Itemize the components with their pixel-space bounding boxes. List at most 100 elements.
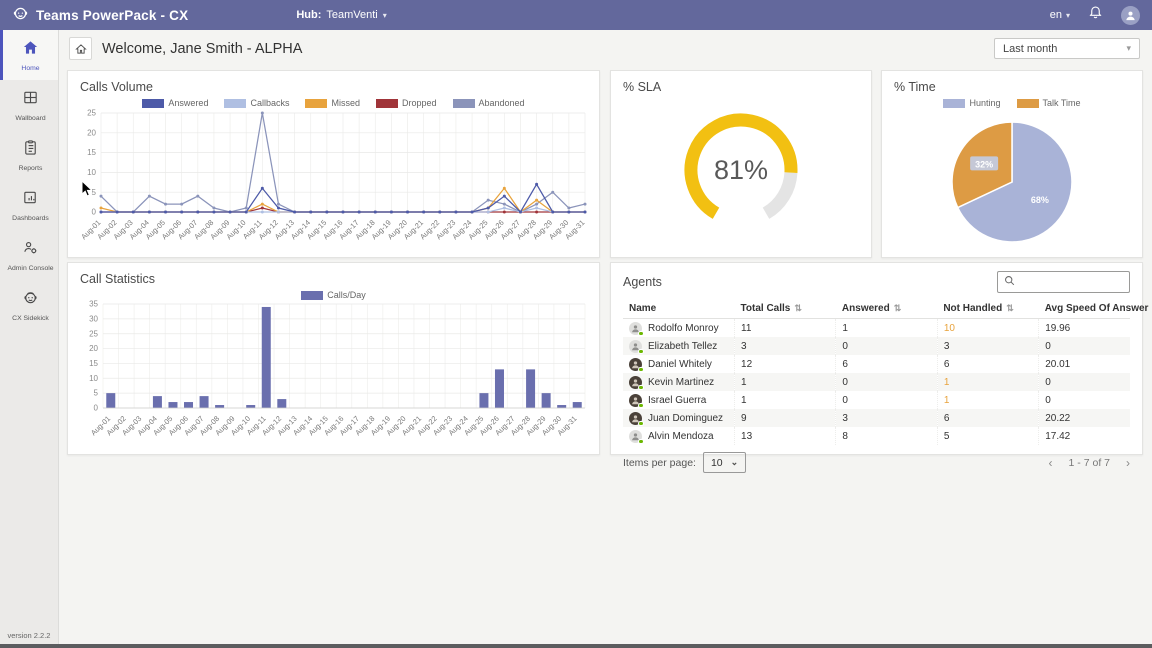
svg-text:68%: 68% [1031, 195, 1049, 205]
agents-column-header[interactable]: Answered⇅ [836, 299, 937, 319]
agent-total-calls: 11 [735, 319, 836, 338]
version-label: version 2.2.2 [0, 631, 58, 640]
agents-title: Agents [623, 275, 662, 289]
calls-volume-title: Calls Volume [68, 71, 599, 96]
table-row[interactable]: Alvin Mendoza138517.42 [623, 427, 1130, 445]
legend-label: Missed [331, 98, 360, 108]
sla-title: % SLA [611, 71, 871, 96]
sidebar-item-dashboards[interactable]: Dashboards [0, 180, 58, 230]
table-row[interactable]: Elizabeth Tellez3030 [623, 337, 1130, 355]
table-row[interactable]: Juan Dominguez93620.22 [623, 409, 1130, 427]
hub-label: Hub: [296, 9, 321, 21]
svg-text:32%: 32% [975, 160, 993, 170]
svg-text:35: 35 [89, 300, 98, 309]
table-row[interactable]: Kevin Martinez1010 [623, 373, 1130, 391]
language-selector[interactable]: en ▾ [1050, 9, 1070, 21]
presence-available-dot [638, 439, 644, 445]
agent-answered: 3 [836, 409, 937, 427]
agent-avatar [629, 358, 642, 371]
presence-available-dot [638, 349, 644, 355]
notifications-bell-icon[interactable] [1088, 5, 1103, 25]
column-label: Name [629, 303, 656, 314]
sort-icon: ⇅ [1006, 303, 1014, 313]
legend-label: Hunting [969, 98, 1000, 108]
presence-available-dot [638, 403, 644, 409]
sla-gauge-chart: 81% [651, 96, 831, 246]
table-row[interactable]: Daniel Whitely126620.01 [623, 355, 1130, 373]
agent-name: Rodolfo Monroy [648, 323, 719, 334]
sidebar-item-cx-sidekick[interactable]: CX Sidekick [0, 280, 58, 330]
items-per-page-label: Items per page: [623, 457, 696, 469]
search-icon [1004, 273, 1015, 291]
svg-text:20: 20 [87, 128, 96, 137]
cx-sidekick-bot-icon [22, 289, 39, 311]
home-icon [22, 39, 39, 61]
app-logo-icon [12, 5, 29, 25]
sidebar-item-wallboard[interactable]: Wallboard [0, 80, 58, 130]
column-label: Avg Speed Of Answer [1045, 303, 1149, 314]
agents-card: Agents Name Total Calls⇅Answered⇅Not Hand… [610, 262, 1143, 455]
agent-total-calls: 3 [735, 337, 836, 355]
agent-avg-speed: 17.42 [1039, 427, 1130, 445]
sidebar-item-label: Wallboard [15, 115, 45, 122]
call-statistics-bar-chart: 05101520253035Aug-01Aug-02Aug-03Aug-04Au… [74, 300, 593, 452]
hub-selector[interactable]: Hub: TeamVenti ▾ [296, 9, 386, 21]
agents-search-box[interactable] [997, 271, 1130, 293]
pagination-range: 1 - 7 of 7 [1069, 457, 1110, 469]
agent-name: Alvin Mendoza [648, 431, 714, 442]
agent-avg-speed: 0 [1039, 391, 1130, 409]
presence-available-dot [638, 331, 644, 337]
svg-text:81%: 81% [714, 155, 768, 185]
legend-label: Talk Time [1043, 98, 1081, 108]
table-row[interactable]: Israel Guerra1010 [623, 391, 1130, 409]
user-avatar[interactable] [1121, 6, 1140, 25]
svg-text:5: 5 [94, 389, 99, 398]
period-filter-select[interactable]: Last month ▾ [994, 38, 1140, 59]
agents-column-header[interactable]: Total Calls⇅ [735, 299, 836, 319]
pagination-next-button[interactable]: › [1126, 456, 1130, 470]
svg-text:30: 30 [89, 314, 98, 323]
pagination-prev-button[interactable]: ‹ [1049, 456, 1053, 470]
reports-clipboard-icon [22, 139, 39, 161]
legend-item: Hunting [943, 98, 1000, 108]
agent-name: Juan Dominguez [648, 413, 723, 424]
agent-not-handled: 6 [937, 355, 1038, 373]
sidebar-item-admin-console[interactable]: Admin Console [0, 230, 58, 280]
sidebar-item-reports[interactable]: Reports [0, 130, 58, 180]
legend-swatch [301, 291, 323, 300]
agent-name: Elizabeth Tellez [648, 341, 717, 352]
home-breadcrumb-button[interactable] [69, 37, 92, 60]
agent-avatar [629, 394, 642, 407]
svg-text:10: 10 [89, 374, 98, 383]
svg-text:25: 25 [89, 329, 98, 338]
sidebar-item-label: CX Sidekick [12, 315, 49, 322]
agents-column-header[interactable]: Not Handled⇅ [937, 299, 1038, 319]
legend-item: Dropped [376, 98, 437, 108]
legend-swatch [142, 99, 164, 108]
period-filter-value: Last month [1003, 43, 1057, 55]
call-statistics-card: Call Statistics Calls/Day 05101520253035… [67, 262, 600, 455]
legend-label: Abandoned [479, 98, 525, 108]
sidebar-item-label: Reports [19, 165, 43, 172]
legend-item: Missed [305, 98, 360, 108]
agent-not-handled: 3 [937, 337, 1038, 355]
items-per-page-select[interactable]: 10 ⌄ [703, 452, 746, 473]
call-statistics-title: Call Statistics [68, 263, 599, 288]
agents-search-input[interactable] [1019, 277, 1123, 288]
agents-column-header: Name [623, 299, 735, 319]
agents-table: Name Total Calls⇅Answered⇅Not Handled⇅Avg… [623, 299, 1130, 445]
svg-text:20: 20 [89, 344, 98, 353]
presence-available-dot [638, 421, 644, 427]
agent-avatar [629, 322, 642, 335]
agents-column-header[interactable]: Avg Speed Of Answer⇅ [1039, 299, 1130, 319]
agent-avg-speed: 20.22 [1039, 409, 1130, 427]
table-row[interactable]: Rodolfo Monroy1111019.96 [623, 319, 1130, 338]
svg-text:10: 10 [87, 168, 96, 177]
agent-not-handled: 1 [937, 373, 1038, 391]
sidebar-item-home[interactable]: Home [0, 30, 58, 80]
wallboard-grid-icon [22, 89, 39, 111]
time-card: % Time HuntingTalk Time 68%32% [881, 70, 1143, 258]
main-content: Welcome, Jane Smith - ALPHA Last month ▾… [60, 30, 1152, 648]
agent-total-calls: 1 [735, 391, 836, 409]
agent-answered: 0 [836, 391, 937, 409]
